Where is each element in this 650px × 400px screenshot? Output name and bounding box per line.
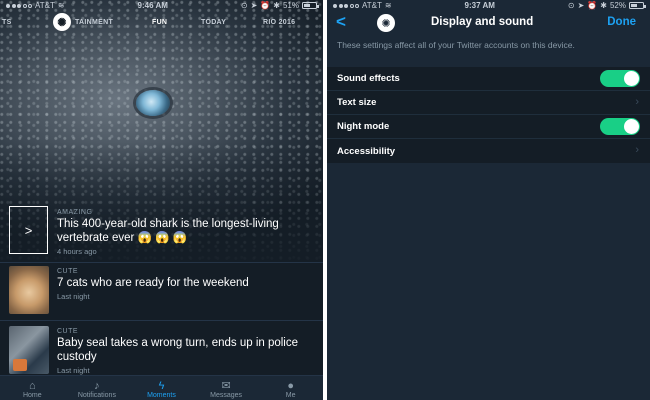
status-bar: AT&T ≋ 9:37 AM ⊙ ➤ ⏰ ✱ 52%: [327, 0, 650, 11]
story-headline: Baby seal takes a wrong turn, ends up in…: [57, 337, 299, 363]
category-tabs: TS ✺ TAINMENT FUN TODAY RIO 2016: [0, 13, 323, 31]
tab-moments[interactable]: ϟ Moments: [129, 376, 194, 400]
list-item[interactable]: CUTE 7 cats who are ready for the weeken…: [9, 266, 319, 316]
setting-label: Night mode: [337, 121, 390, 132]
alarm-icon: ⏰: [587, 1, 598, 10]
toggle-knob: [624, 119, 639, 134]
tab-fun[interactable]: FUN: [152, 19, 167, 26]
carrier-label: AT&T: [362, 1, 382, 10]
lightning-icon: ϟ: [158, 380, 165, 392]
wifi-icon: ≋: [57, 1, 65, 10]
setting-sound-effects[interactable]: Sound effects: [327, 67, 650, 91]
setting-night-mode[interactable]: Night mode: [327, 115, 650, 139]
moments-logo-icon: ✺: [53, 13, 71, 31]
tab-label: Messages: [210, 392, 243, 399]
sound-effects-toggle[interactable]: [600, 70, 640, 87]
night-mode-toggle[interactable]: [600, 118, 640, 135]
battery-icon: [628, 2, 646, 9]
location-icon: ➤: [577, 1, 585, 10]
list-item[interactable]: CUTE Baby seal takes a wrong turn, ends …: [9, 326, 319, 376]
battery-percent: 51%: [282, 1, 299, 10]
account-avatar-icon: ✺: [377, 14, 395, 32]
done-button[interactable]: Done: [607, 16, 636, 28]
tab-label: Me: [285, 392, 296, 399]
story-thumbnail: [9, 266, 49, 314]
divider: [0, 320, 323, 321]
setting-label: Accessibility: [337, 145, 396, 157]
lock-rotation-icon: ⊙: [567, 1, 575, 10]
page-title: Display and sound: [431, 16, 534, 28]
chevron-right-icon: ›: [635, 96, 639, 108]
tab-partial-ts[interactable]: TS: [2, 19, 12, 26]
status-bar: AT&T ≋ 9:46 AM ⊙ ➤ ⏰ ✱ 51%: [0, 0, 323, 11]
story-category: AMAZING: [57, 209, 93, 216]
tab-rio-2016[interactable]: RIO 2016: [263, 19, 295, 26]
person-icon: ●: [287, 380, 294, 392]
story-timestamp: Last night: [57, 292, 90, 301]
story-headline: 7 cats who are ready for the weekend: [57, 277, 249, 289]
location-icon: ➤: [250, 1, 258, 10]
back-button[interactable]: <: [336, 12, 346, 32]
tab-label: Home: [22, 392, 42, 399]
signal-icon: [6, 3, 32, 8]
tab-messages[interactable]: ✉ Messages: [194, 376, 259, 400]
lock-rotation-icon: ⊙: [240, 1, 248, 10]
bell-icon: ♪: [94, 380, 100, 392]
toggle-knob: [624, 71, 639, 86]
clock: 9:37 AM: [464, 1, 495, 10]
battery-icon: [301, 2, 319, 9]
story-category: CUTE: [57, 328, 79, 335]
tab-label: Moments: [147, 392, 176, 399]
bottom-tab-bar: ⌂ Home ♪ Notifications ϟ Moments ✉ Messa…: [0, 375, 323, 400]
bluetooth-icon: ✱: [273, 1, 280, 10]
chevron-right-icon: ›: [635, 144, 639, 156]
carrier-label: AT&T: [35, 1, 55, 10]
moments-screen: AT&T ≋ 9:46 AM ⊙ ➤ ⏰ ✱ 51% TS ✺ TAINMENT…: [0, 0, 323, 400]
setting-accessibility[interactable]: Accessibility ›: [327, 139, 650, 163]
signal-icon: [333, 3, 359, 8]
chevron-right-icon: >: [24, 222, 33, 238]
envelope-icon: ✉: [221, 380, 231, 392]
tab-today[interactable]: TODAY: [201, 19, 226, 26]
tab-home[interactable]: ⌂ Home: [0, 376, 65, 400]
settings-description: These settings affect all of your Twitte…: [337, 40, 575, 50]
story-category: CUTE: [57, 268, 79, 275]
story-thumbnail: [9, 326, 49, 374]
navigation-bar: < ✺ Display and sound Done: [327, 11, 650, 35]
home-icon: ⌂: [28, 380, 36, 392]
tab-me[interactable]: ● Me: [258, 376, 323, 400]
setting-text-size[interactable]: Text size ›: [327, 91, 650, 115]
display-sound-screen: AT&T ≋ 9:37 AM ⊙ ➤ ⏰ ✱ 52% < ✺ Display a…: [327, 0, 650, 400]
wifi-icon: ≋: [384, 1, 392, 10]
setting-label: Text size: [337, 97, 377, 108]
settings-list: Sound effects Text size › Night mode Acc…: [327, 67, 650, 163]
setting-label: Sound effects: [337, 73, 400, 84]
tab-entertainment[interactable]: TAINMENT: [75, 19, 113, 26]
tab-notifications[interactable]: ♪ Notifications: [65, 376, 130, 400]
story-timestamp: Last night: [57, 366, 90, 375]
divider: [0, 262, 323, 263]
shark-eye: [136, 90, 170, 116]
alarm-icon: ⏰: [260, 1, 271, 10]
battery-fill: [630, 4, 637, 7]
open-story-button[interactable]: >: [9, 206, 48, 254]
clock: 9:46 AM: [137, 1, 168, 10]
battery-percent: 52%: [609, 1, 626, 10]
story-timestamp: 4 hours ago: [57, 247, 97, 256]
featured-story[interactable]: > AMAZING This 400-year-old shark is the…: [9, 206, 319, 256]
bluetooth-icon: ✱: [600, 1, 607, 10]
tab-label: Notifications: [77, 392, 116, 399]
story-headline: This 400-year-old shark is the longest-l…: [57, 218, 279, 244]
battery-fill: [303, 4, 310, 7]
